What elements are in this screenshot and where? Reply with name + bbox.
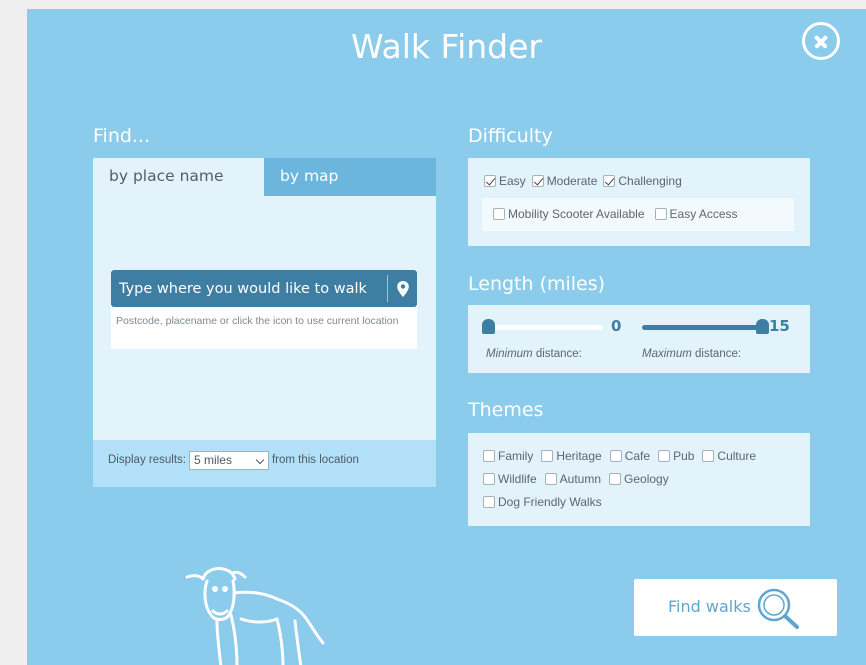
checkbox-easy[interactable] [484, 175, 496, 187]
checkbox-family[interactable] [483, 450, 495, 462]
cow-illustration [185, 567, 325, 665]
theme-wildlife[interactable]: Wildlife [483, 472, 537, 486]
checkbox-autumn[interactable] [544, 473, 557, 485]
tab-by-map[interactable]: by map [264, 158, 436, 196]
difficulty-heading: Difficulty [468, 125, 553, 147]
theme-heritage-label: Heritage [556, 449, 602, 463]
checkbox-mobility-scooter[interactable] [493, 208, 505, 220]
themes-row-2: Wildlife Autumn Geology [483, 472, 677, 486]
min-distance-track [485, 325, 603, 330]
themes-heading: Themes [468, 399, 544, 421]
access-options: Mobility Scooter Available Easy Access [493, 207, 746, 221]
max-distance-handle[interactable] [756, 319, 769, 334]
theme-family[interactable]: Family [483, 449, 533, 463]
distance-select-value: 5 miles [193, 453, 232, 467]
max-caption-rest: distance: [691, 348, 742, 360]
checkbox-heritage[interactable] [541, 450, 554, 462]
difficulty-card: Easy Moderate Challenging Mobility Scoot… [468, 158, 810, 246]
theme-culture-label: Culture [717, 449, 757, 463]
distance-select[interactable]: 5 miles [188, 451, 269, 470]
min-caption-em: Minimum [486, 348, 533, 360]
theme-dog-friendly-label: Dog Friendly Walks [498, 495, 602, 509]
min-distance-handle[interactable] [482, 319, 495, 334]
find-walks-button[interactable]: Find walks [634, 579, 837, 636]
theme-geology-label: Geology [624, 472, 669, 486]
find-walks-label: Find walks [668, 597, 751, 616]
theme-autumn-label: Autumn [559, 472, 602, 486]
min-distance-caption: Minimum distance: [486, 348, 582, 360]
checkbox-cafe[interactable] [609, 450, 622, 462]
theme-autumn[interactable]: Autumn [544, 472, 602, 486]
themes-row-3: Dog Friendly Walks [483, 495, 610, 509]
max-distance-value: 15 [769, 317, 790, 335]
min-caption-rest: distance: [532, 348, 582, 360]
display-results-row: Display results: 5 miles from this locat… [93, 440, 436, 487]
checkbox-challenging[interactable] [603, 175, 616, 187]
difficulty-easy[interactable]: Easy [484, 174, 526, 188]
checkbox-geology[interactable] [609, 473, 622, 485]
difficulty-challenging-label: Challenging [618, 174, 682, 188]
display-results-suffix: from this location [271, 454, 359, 466]
checkbox-pub[interactable] [658, 450, 671, 462]
checkbox-wildlife[interactable] [483, 473, 495, 485]
mobility-scooter-label: Mobility Scooter Available [508, 207, 645, 221]
difficulty-options: Easy Moderate Challenging [484, 174, 690, 188]
page-title: Walk Finder [351, 27, 542, 66]
length-card: 0 Minimum distance: 15 Maximum distance: [468, 305, 810, 373]
difficulty-moderate[interactable]: Moderate [531, 174, 598, 188]
location-search-input[interactable] [111, 270, 386, 307]
search-bar [111, 270, 417, 307]
difficulty-easy-label: Easy [499, 174, 526, 188]
themes-card: Family Heritage Cafe Pub Culture Wildlif… [468, 433, 810, 526]
max-distance-track [642, 325, 760, 330]
checkbox-culture[interactable] [702, 450, 715, 462]
tab-by-place-name[interactable]: by place name [93, 158, 264, 196]
theme-pub-label: Pub [673, 449, 695, 463]
min-distance-value: 0 [611, 317, 622, 335]
search-help-text: Postcode, placename or click the icon to… [116, 315, 399, 327]
easy-access-label: Easy Access [669, 207, 738, 221]
checkbox-easy-access[interactable] [654, 208, 667, 220]
magnifier-icon [757, 588, 799, 629]
option-easy-access[interactable]: Easy Access [654, 207, 738, 221]
length-heading: Length (miles) [468, 273, 606, 295]
theme-dog-friendly[interactable]: Dog Friendly Walks [483, 495, 602, 509]
theme-cafe[interactable]: Cafe [609, 449, 651, 463]
max-distance-caption: Maximum distance: [642, 348, 741, 360]
checkbox-dog-friendly[interactable] [483, 496, 495, 508]
map-pin-icon[interactable] [388, 270, 417, 307]
close-icon[interactable] [802, 22, 840, 60]
theme-pub[interactable]: Pub [658, 449, 694, 463]
find-panel: by place name by map Postcode, placename… [93, 158, 436, 487]
theme-family-label: Family [498, 449, 534, 463]
display-results-label: Display results: [108, 454, 186, 466]
themes-row-1: Family Heritage Cafe Pub Culture [483, 449, 764, 463]
find-heading: Find... [93, 125, 151, 147]
checkbox-moderate[interactable] [531, 175, 544, 187]
theme-wildlife-label: Wildlife [498, 472, 537, 486]
theme-heritage[interactable]: Heritage [541, 449, 602, 463]
max-caption-em: Maximum [642, 348, 692, 360]
theme-culture[interactable]: Culture [702, 449, 756, 463]
difficulty-moderate-label: Moderate [546, 174, 598, 188]
difficulty-challenging[interactable]: Challenging [603, 174, 682, 188]
option-mobility-scooter[interactable]: Mobility Scooter Available [493, 207, 645, 221]
search-container: Postcode, placename or click the icon to… [111, 270, 417, 349]
walk-finder-panel: Walk Finder Find... by place name by map… [27, 9, 866, 665]
theme-cafe-label: Cafe [624, 449, 651, 463]
theme-geology[interactable]: Geology [609, 472, 669, 486]
